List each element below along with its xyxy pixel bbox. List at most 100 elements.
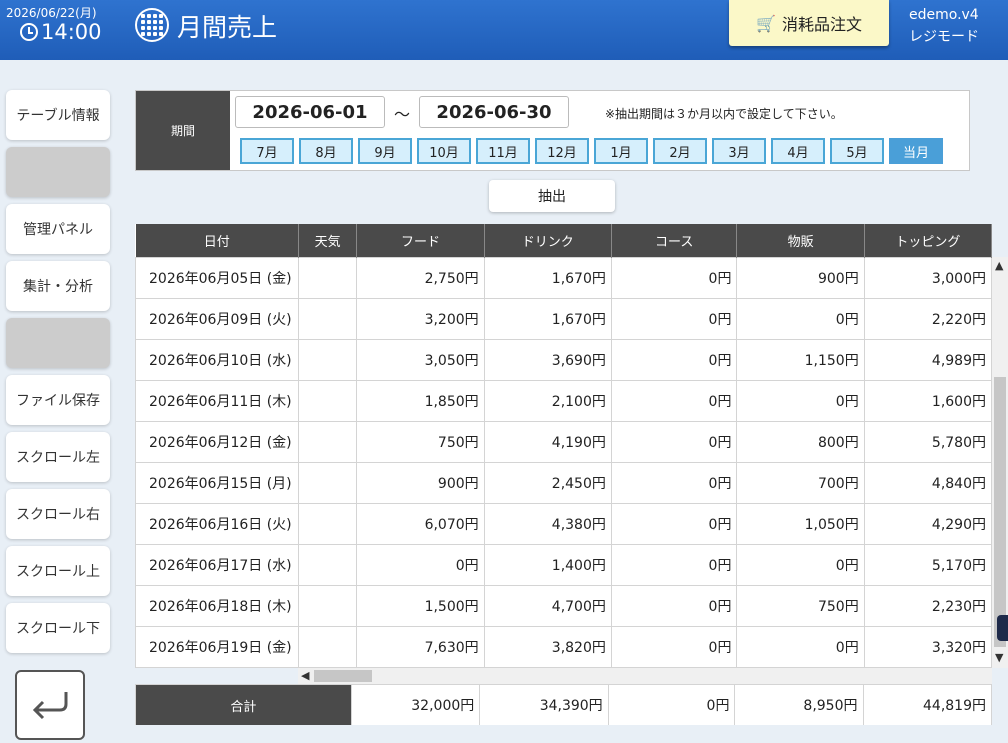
column-header-date[interactable]: 日付 — [135, 224, 299, 257]
month-button-dec[interactable]: 12月 — [535, 138, 589, 164]
column-header-course[interactable]: コース — [611, 224, 738, 257]
cell-drink: 3,690円 — [483, 338, 612, 381]
order-supplies-button[interactable]: 🛒 消耗品注文 — [729, 0, 889, 46]
sales-table-body: 2026年06月05日 (金) 2,750円 1,670円 0円 900円 3,000円 2… — [135, 256, 992, 668]
cell-course: 0円 — [610, 256, 738, 299]
sidebar-item-table-info[interactable]: テーブル情報 — [6, 90, 110, 140]
cell-topping: 4,840円 — [863, 461, 992, 504]
cell-course: 0円 — [610, 338, 738, 381]
cell-course: 0円 — [610, 543, 738, 586]
page-title: 月間売上 — [177, 13, 278, 42]
month-button-jan[interactable]: 1月 — [594, 138, 648, 164]
table-row[interactable]: 2026年06月05日 (金) 2,750円 1,670円 0円 900円 3,000円 — [135, 256, 992, 299]
table-row[interactable]: 2026年06月15日 (月) 900円 2,450円 0円 700円 4,840円 — [135, 461, 992, 504]
cell-weather — [297, 420, 358, 463]
cell-food: 900円 — [356, 461, 485, 504]
date-separator: ～ — [394, 105, 411, 124]
current-date: 2026/06/22(月) — [6, 6, 97, 20]
cell-course: 0円 — [610, 379, 738, 422]
cell-weather — [297, 625, 358, 668]
month-button-oct[interactable]: 10月 — [417, 138, 471, 164]
month-button-aug[interactable]: 8月 — [299, 138, 353, 164]
sidebar-item-scroll-left[interactable]: スクロール左 — [6, 432, 110, 482]
table-row[interactable]: 2026年06月12日 (金) 750円 4,190円 0円 800円 5,780円 — [135, 420, 992, 463]
cell-goods: 0円 — [736, 297, 865, 340]
table-row[interactable]: 2026年06月09日 (火) 3,200円 1,670円 0円 0円 2,220円 — [135, 297, 992, 340]
sidebar-item-save-file[interactable]: ファイル保存 — [6, 375, 110, 425]
cell-date: 2026年06月12日 (金) — [135, 420, 299, 463]
sidebar-item-scroll-down[interactable]: スクロール下 — [6, 603, 110, 653]
table-row[interactable]: 2026年06月16日 (火) 6,070円 4,380円 0円 1,050円 4,290… — [135, 502, 992, 545]
cell-topping: 4,989円 — [863, 338, 992, 381]
horizontal-scroll-thumb[interactable] — [314, 670, 372, 682]
cell-food: 1,500円 — [356, 584, 485, 627]
cell-goods: 900円 — [736, 256, 865, 299]
cell-goods: 750円 — [736, 584, 865, 627]
month-button-jul[interactable]: 7月 — [240, 138, 294, 164]
column-header-food[interactable]: フード — [356, 224, 485, 257]
scroll-left-icon[interactable]: ◀ — [301, 669, 309, 682]
cell-goods: 0円 — [736, 379, 865, 422]
table-row[interactable]: 2026年06月19日 (金) 7,630円 3,820円 0円 0円 3,320円 — [135, 625, 992, 668]
time-value: 14:00 — [41, 20, 102, 44]
month-button-current[interactable]: 当月 — [889, 138, 943, 164]
month-button-apr[interactable]: 4月 — [771, 138, 825, 164]
column-header-weather[interactable]: 天気 — [298, 224, 358, 257]
totals-table: 合計 32,000円 34,390円 0円 8,950円 44,819円 — [135, 684, 992, 725]
end-date-field[interactable]: 2026-06-30 — [419, 96, 569, 128]
store-name: edemo.v4 — [909, 7, 979, 23]
total-drink: 34,390円 — [479, 684, 609, 725]
cell-goods: 0円 — [736, 625, 865, 668]
table-row[interactable]: 2026年06月11日 (木) 1,850円 2,100円 0円 0円 1,600円 — [135, 379, 992, 422]
table-row[interactable]: 2026年06月18日 (木) 1,500円 4,700円 0円 750円 2,230円 — [135, 584, 992, 627]
start-date-field[interactable]: 2026-06-01 — [235, 96, 385, 128]
cell-course: 0円 — [610, 584, 738, 627]
month-button-sep[interactable]: 9月 — [358, 138, 412, 164]
totals-label: 合計 — [135, 684, 352, 725]
month-button-nov[interactable]: 11月 — [476, 138, 530, 164]
sidebar-item-blank-1[interactable] — [6, 147, 110, 197]
app-header: 2026/06/22(月) 14:00 月間売上 🛒 消耗品注文 edemo.v… — [0, 0, 1008, 60]
cell-course: 0円 — [610, 625, 738, 668]
sidebar-item-analytics[interactable]: 集計・分析 — [6, 261, 110, 311]
cell-course: 0円 — [610, 420, 738, 463]
sidebar-item-scroll-right[interactable]: スクロール右 — [6, 489, 110, 539]
vertical-scrollbar[interactable]: ▲ ▼ — [992, 257, 1008, 668]
sidebar-item-scroll-up[interactable]: スクロール上 — [6, 546, 110, 596]
cell-goods: 0円 — [736, 543, 865, 586]
cell-goods: 1,050円 — [736, 502, 865, 545]
cell-date: 2026年06月17日 (水) — [135, 543, 299, 586]
sidebar-item-admin-panel[interactable]: 管理パネル — [6, 204, 110, 254]
period-note: ※抽出期間は３か月以内で設定して下さい。 — [605, 107, 843, 121]
cell-food: 1,850円 — [356, 379, 485, 422]
cell-topping: 3,320円 — [863, 625, 992, 668]
horizontal-scrollbar[interactable]: ◀ — [298, 668, 992, 684]
total-food: 32,000円 — [350, 684, 481, 725]
return-arrow-icon — [32, 692, 68, 720]
column-header-topping[interactable]: トッピング — [864, 224, 992, 257]
sidebar-item-blank-2[interactable] — [6, 318, 110, 368]
cell-food: 750円 — [356, 420, 485, 463]
totals-row-container: 合計 32,000円 34,390円 0円 8,950円 44,819円 — [135, 684, 992, 725]
vertical-scroll-thumb[interactable] — [994, 377, 1006, 647]
scroll-up-icon[interactable]: ▲ — [995, 259, 1003, 272]
side-tab-handle[interactable] — [997, 615, 1008, 641]
table-row[interactable]: 2026年06月10日 (水) 3,050円 3,690円 0円 1,150円 4,989… — [135, 338, 992, 381]
scroll-down-icon[interactable]: ▼ — [995, 651, 1003, 664]
column-header-drink[interactable]: ドリンク — [484, 224, 612, 257]
back-button[interactable] — [15, 670, 85, 740]
cell-topping: 5,170円 — [863, 543, 992, 586]
table-row[interactable]: 2026年06月17日 (水) 0円 1,400円 0円 0円 5,170円 — [135, 543, 992, 586]
extract-button[interactable]: 抽出 — [489, 180, 615, 212]
cell-drink: 4,380円 — [483, 502, 612, 545]
store-info: edemo.v4 レジモード — [909, 4, 979, 48]
cell-date: 2026年06月11日 (木) — [135, 379, 299, 422]
cell-food: 0円 — [356, 543, 485, 586]
cart-icon: 🛒 — [756, 13, 776, 33]
column-header-goods[interactable]: 物販 — [736, 224, 865, 257]
month-button-feb[interactable]: 2月 — [653, 138, 707, 164]
month-button-mar[interactable]: 3月 — [712, 138, 766, 164]
cell-date: 2026年06月19日 (金) — [135, 625, 299, 668]
month-button-may[interactable]: 5月 — [830, 138, 884, 164]
cell-weather — [297, 297, 358, 340]
